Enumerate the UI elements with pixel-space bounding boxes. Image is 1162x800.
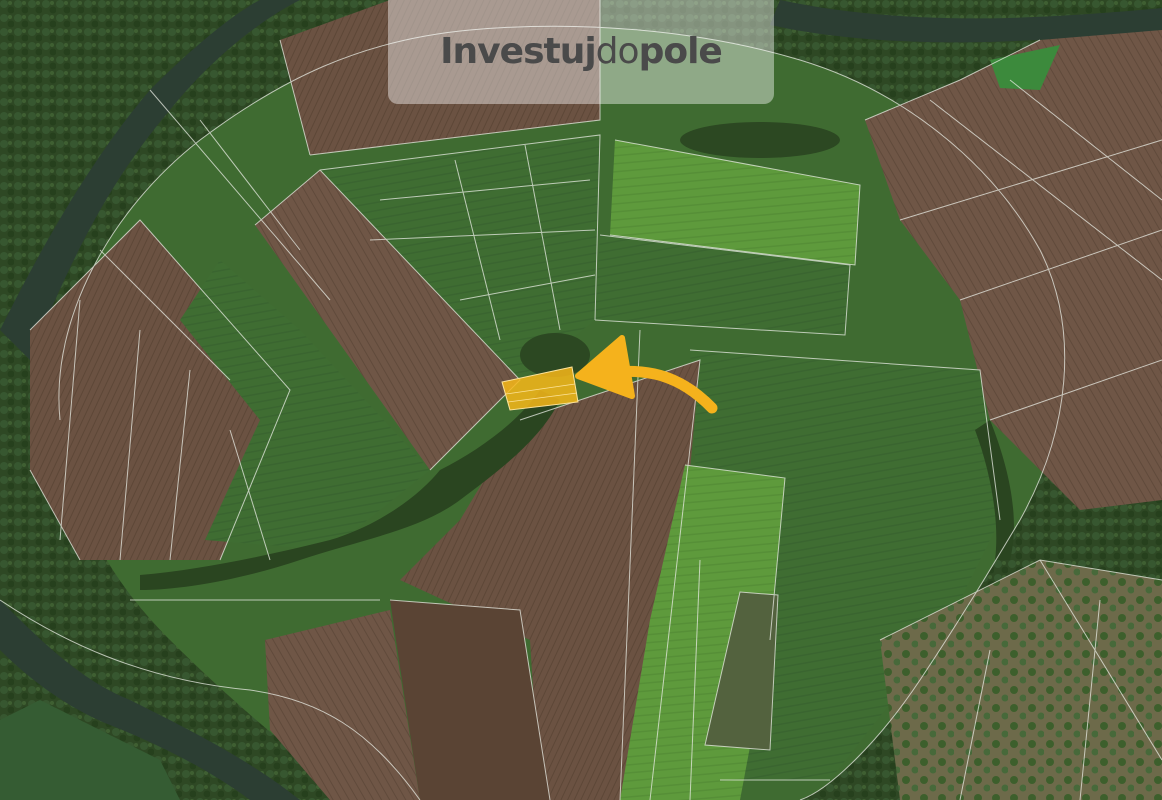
logo-text: Investujdopole [440,31,723,72]
satellite-map[interactable] [0,0,1162,800]
logo-part-pole: pole [638,31,723,72]
logo-part-investuj: Investuj [440,31,597,72]
logo-part-do: do [595,31,640,72]
map-view[interactable]: Investujdopole [0,0,1162,800]
brand-logo: Investujdopole [388,0,774,104]
